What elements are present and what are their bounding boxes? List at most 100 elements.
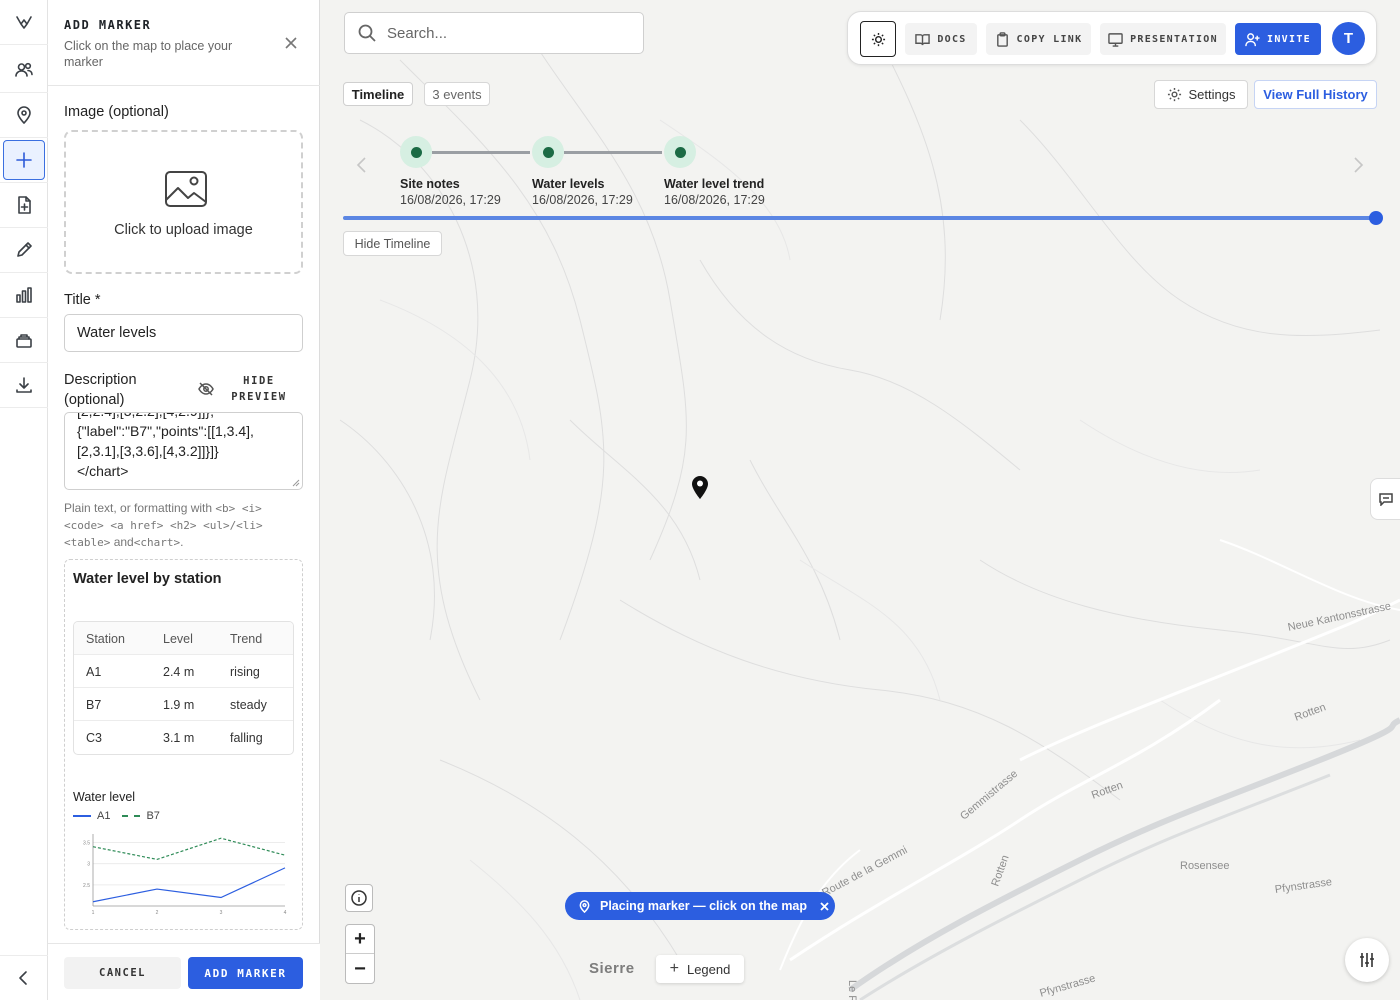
description-preview: Water level by station Station Level Tre…	[64, 559, 303, 930]
add-marker-tool[interactable]	[0, 138, 48, 183]
table-cell: 2.4 m	[163, 665, 195, 679]
map-layers-settings-button[interactable]	[1345, 938, 1389, 982]
title-input[interactable]	[64, 314, 303, 352]
events-count-badge: 3 events	[424, 82, 490, 106]
table-cell: 3.1 m	[163, 731, 195, 745]
close-icon[interactable]	[819, 901, 830, 912]
timeline-event-date: 16/08/2026, 17:29	[664, 193, 765, 207]
table-cell: falling	[230, 731, 263, 745]
legend-button[interactable]: + Legend	[656, 955, 744, 983]
zoom-in-button[interactable]: +	[346, 925, 374, 954]
help-suffix: .	[180, 535, 184, 549]
search-box[interactable]	[344, 12, 644, 54]
docs-button[interactable]: DOCS	[905, 23, 977, 55]
table-cell: rising	[230, 665, 260, 679]
legend-label: Legend	[686, 961, 731, 977]
timeline-next-button[interactable]	[1351, 156, 1365, 174]
zoom-control: + −	[345, 924, 375, 984]
chart-title: Water level	[73, 790, 136, 804]
table-cell: A1	[86, 665, 102, 679]
map-marker-pin-icon[interactable]	[690, 472, 710, 500]
eye-off-icon	[198, 382, 214, 396]
description-textarea[interactable]: [2,2.4],[3,2.2],[4,2.9]]}, {"label":"B7"…	[64, 412, 303, 490]
timeline-prev-button[interactable]	[355, 156, 369, 174]
info-icon	[351, 890, 367, 906]
chart-series-line-b7	[92, 837, 286, 861]
table-cell: B7	[86, 698, 102, 712]
timeline-slider-handle[interactable]	[1369, 211, 1383, 225]
layers-icon[interactable]	[0, 318, 48, 363]
timeline-event-date: 16/08/2026, 17:29	[532, 193, 633, 207]
table-header: Station	[86, 632, 125, 646]
settings-button[interactable]: Settings	[1154, 80, 1248, 109]
bar-chart-icon[interactable]	[0, 273, 48, 318]
plus-icon: +	[669, 960, 679, 977]
close-panel-button[interactable]	[282, 34, 300, 52]
timeline-event-date: 16/08/2026, 17:29	[400, 193, 501, 207]
clipboard-icon	[996, 31, 1008, 47]
location-pin-icon	[579, 899, 590, 913]
zoom-out-button[interactable]: −	[346, 955, 374, 984]
table-cell: C3	[86, 731, 102, 745]
add-marker-button[interactable]: ADD MARKER	[188, 957, 303, 989]
sun-icon	[871, 32, 885, 46]
hide-preview-toggle[interactable]: HIDE PREVIEW	[198, 372, 308, 406]
resize-grip-icon[interactable]	[292, 479, 300, 487]
cancel-button[interactable]: CANCEL	[64, 957, 181, 989]
help-tags-table: <table>	[64, 536, 111, 549]
invite-label: INVITE	[1267, 33, 1311, 45]
copy-link-button[interactable]: COPY LINK	[986, 23, 1091, 55]
presentation-button[interactable]: PRESENTATION	[1100, 23, 1226, 55]
location-pin-icon[interactable]	[0, 93, 48, 138]
image-icon	[165, 171, 207, 207]
gear-icon	[1167, 87, 1181, 102]
chevron-right-icon	[1354, 157, 1364, 173]
help-and: and	[113, 535, 134, 549]
file-add-icon[interactable]	[0, 183, 48, 228]
help-tags-chart: <chart>	[133, 536, 181, 549]
description-text: [2,2.4],[3,2.2],[4,2.9]]}, {"label":"B7"…	[77, 413, 254, 479]
timeline-event-dot	[664, 136, 696, 168]
chart-x-tick-label: 2	[156, 910, 159, 916]
image-label: Image (optional)	[64, 104, 169, 120]
top-toolbar: DOCS COPY LINK PRESENTATION INVITE T	[847, 11, 1377, 65]
copy-link-label: COPY LINK	[1016, 33, 1083, 45]
presentation-label: PRESENTATION	[1130, 33, 1218, 45]
placing-banner-text: Placing marker — click on the map	[600, 899, 808, 913]
timeline-event-dot	[532, 136, 564, 168]
preview-table: Station Level Trend A1 2.4 m rising B7 1…	[73, 621, 294, 755]
map-canvas[interactable]: Neue Kantonsstrasse Rotten Rotten Gemmis…	[320, 0, 1400, 1000]
monitor-icon	[1108, 32, 1123, 47]
pencil-icon[interactable]	[0, 228, 48, 273]
hide-preview-label: HIDE PREVIEW	[231, 375, 287, 403]
logo-icon[interactable]	[0, 0, 48, 45]
chevron-left-icon	[19, 971, 27, 985]
user-avatar[interactable]: T	[1332, 22, 1365, 55]
table-row: A1 2.4 m rising	[74, 655, 293, 688]
panel-title: ADD MARKER	[64, 18, 152, 32]
map-info-button[interactable]	[345, 884, 373, 912]
timeline-event-name: Site notes	[400, 177, 460, 191]
timeline-connector	[432, 151, 530, 154]
hide-timeline-button[interactable]: Hide Timeline	[343, 231, 442, 256]
timeline-tab[interactable]: Timeline	[343, 82, 413, 106]
comments-tab[interactable]	[1370, 478, 1400, 520]
search-input[interactable]	[387, 24, 627, 42]
format-help-text: Plain text, or formatting with <b> <i> <…	[64, 500, 304, 551]
clock-icon	[674, 146, 686, 158]
timeline-slider-track[interactable]	[343, 216, 1377, 220]
image-upload-dropzone[interactable]: Click to upload image	[64, 130, 303, 274]
invite-button[interactable]: INVITE	[1235, 23, 1321, 55]
download-icon[interactable]	[0, 363, 48, 408]
users-icon[interactable]	[0, 48, 48, 93]
collapse-sidebar-button[interactable]	[0, 955, 48, 1000]
timeline-connector	[564, 151, 662, 154]
settings-label: Settings	[1188, 87, 1236, 102]
theme-toggle-button[interactable]	[860, 21, 896, 57]
book-icon	[915, 33, 931, 45]
panel-footer: CANCEL ADD MARKER	[48, 943, 320, 1000]
view-full-history-button[interactable]: View Full History	[1254, 80, 1377, 109]
map-label-rosensee: Rosensee	[1180, 860, 1230, 872]
comment-icon	[1378, 493, 1393, 506]
chart-x-tick-label: 3	[220, 910, 223, 916]
